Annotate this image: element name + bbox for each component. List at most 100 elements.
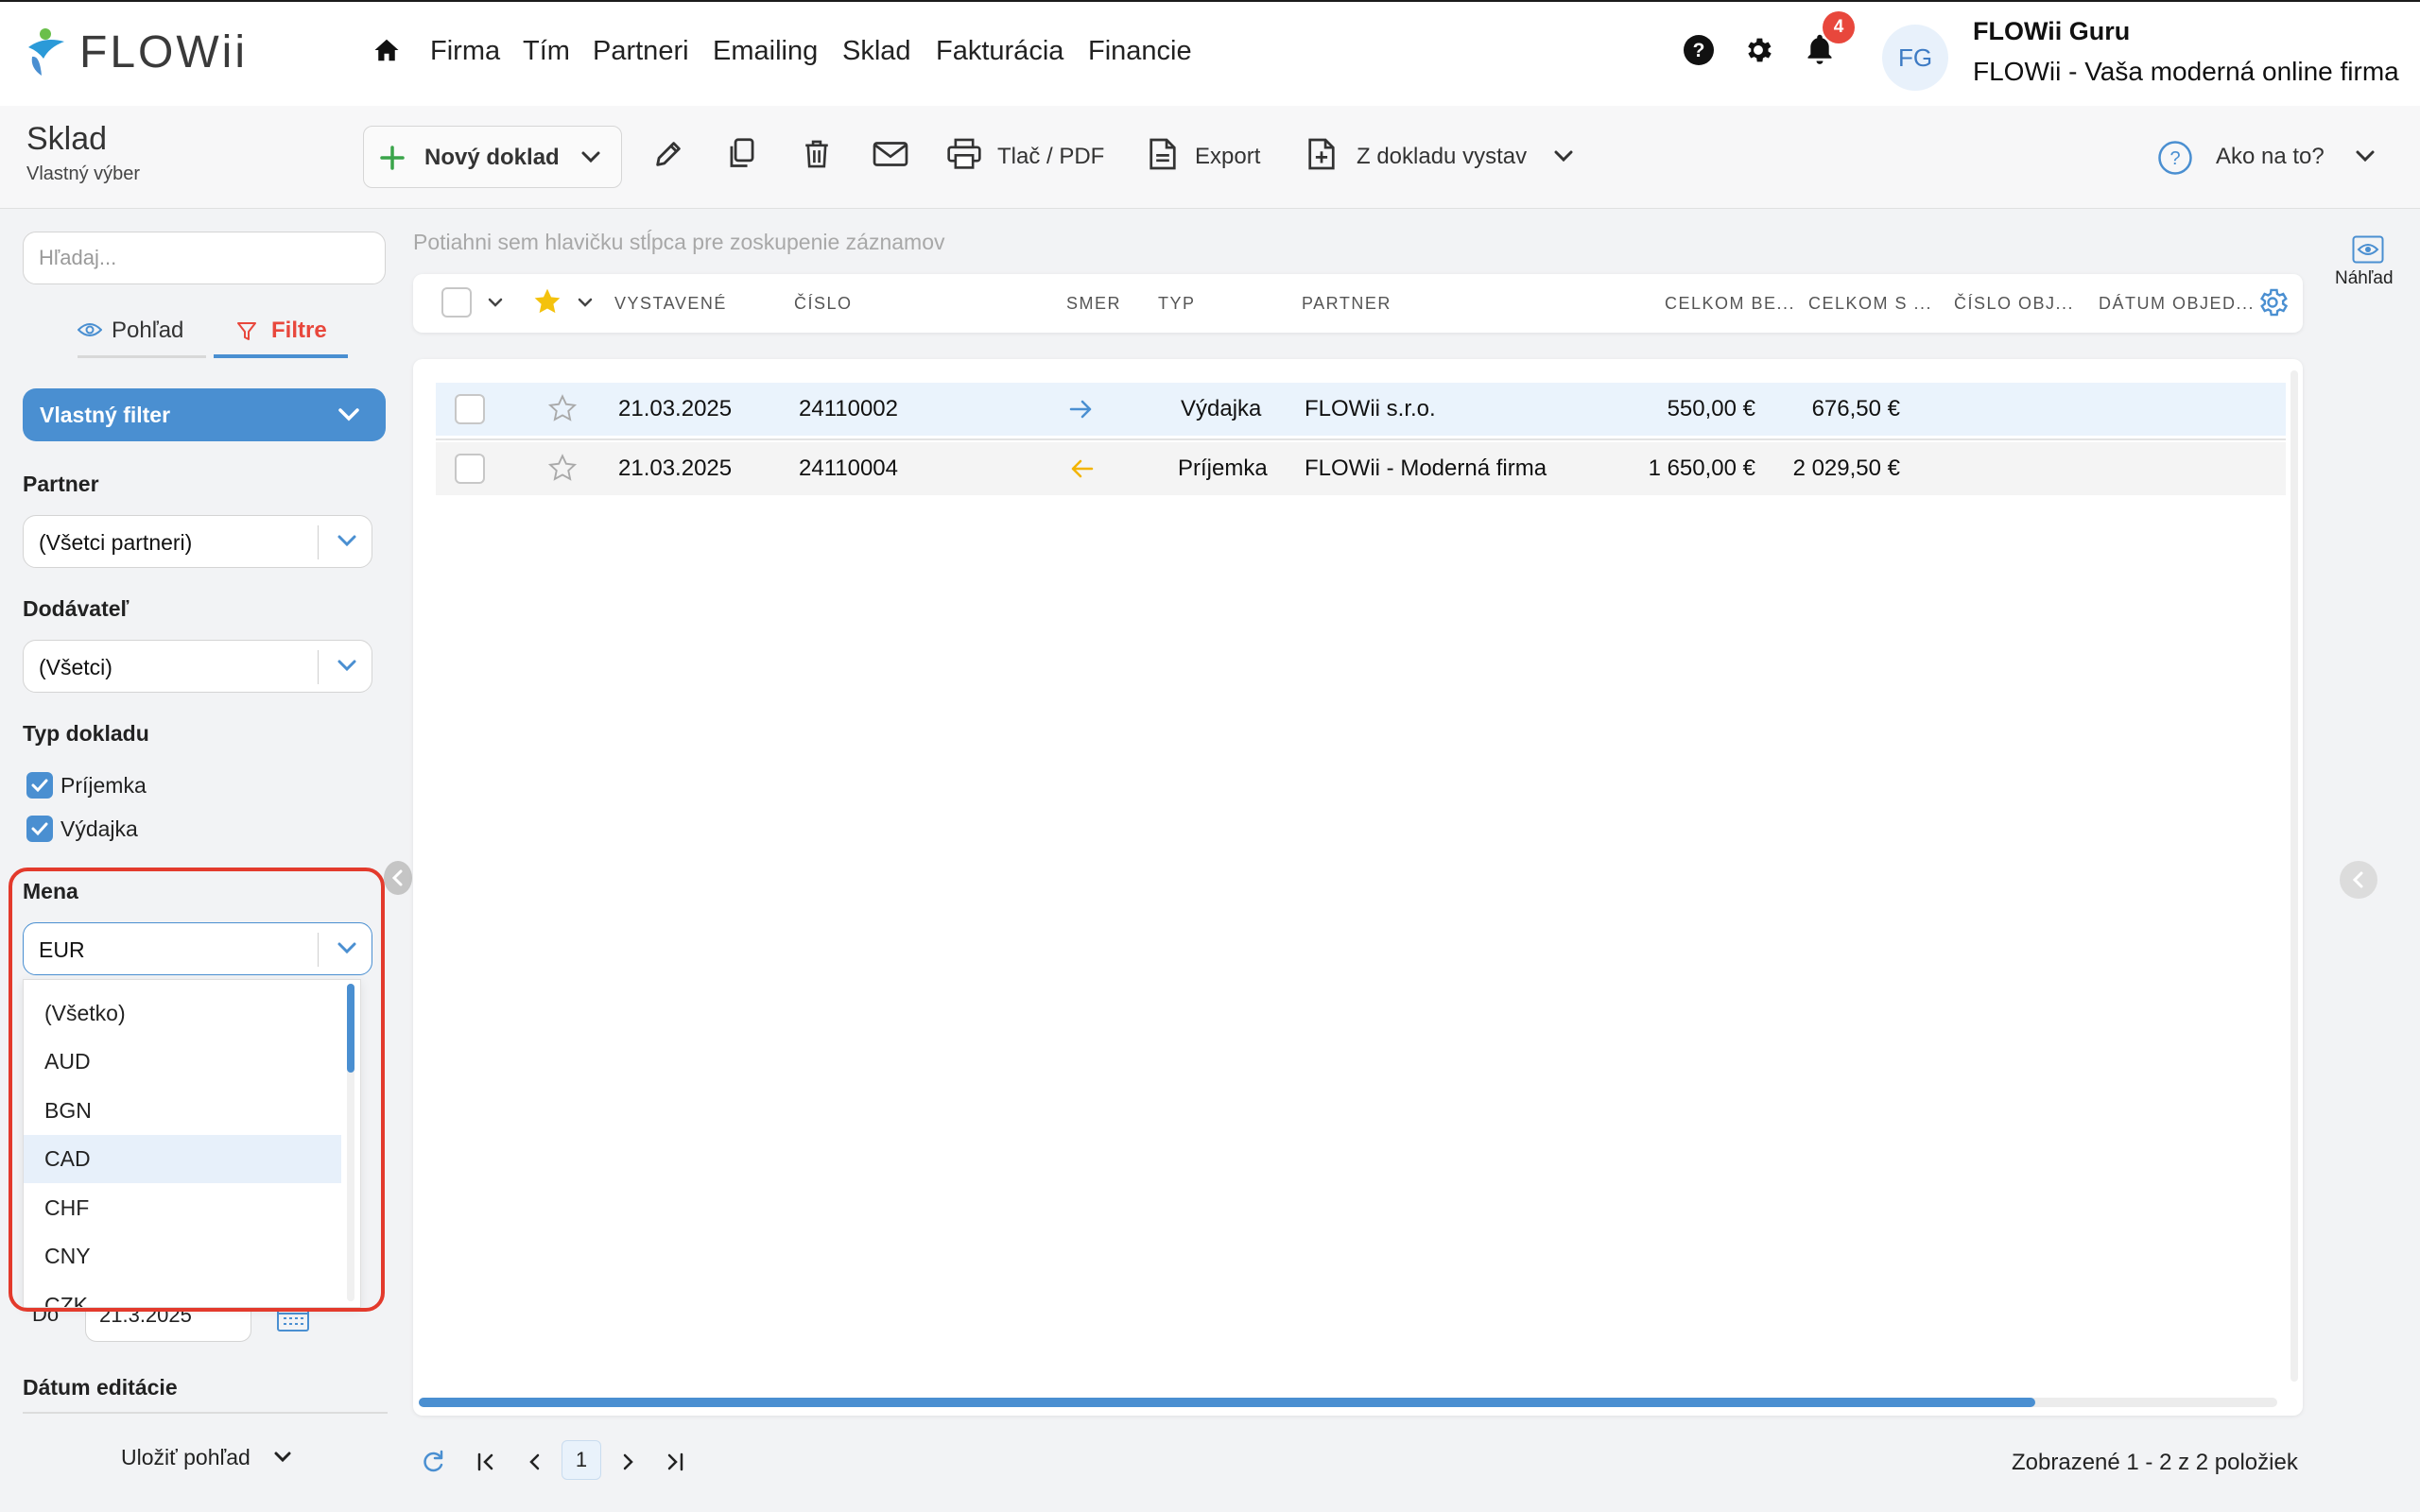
collapse-sidebar-button[interactable] bbox=[384, 861, 412, 895]
group-hint[interactable]: Potiahni sem hlavičku stĺpca pre zoskupe… bbox=[413, 230, 945, 255]
checkbox-vydajka[interactable] bbox=[26, 816, 53, 842]
cell-date: 21.03.2025 bbox=[618, 396, 733, 421]
star-outline-icon[interactable] bbox=[547, 393, 578, 423]
cell-partner: FLOWii s.r.o. bbox=[1305, 396, 1436, 421]
logo-text[interactable]: FLOWii bbox=[79, 26, 248, 78]
nav-firma[interactable]: Firma bbox=[430, 36, 500, 67]
gear-icon[interactable] bbox=[1742, 34, 1774, 66]
nav-partneri[interactable]: Partneri bbox=[593, 36, 689, 67]
table-row[interactable]: 21.03.2025 24110004 Príjemka FLOWii - Mo… bbox=[436, 442, 2286, 495]
next-page-icon[interactable] bbox=[618, 1452, 637, 1472]
partner-label: Partner bbox=[23, 472, 99, 496]
chevron-down-icon bbox=[336, 658, 358, 675]
chevron-down-icon bbox=[579, 147, 602, 166]
last-page-icon[interactable] bbox=[663, 1452, 685, 1472]
home-icon[interactable] bbox=[372, 36, 401, 64]
svg-text:?: ? bbox=[1693, 40, 1705, 61]
column-header-number[interactable]: ČÍSLO bbox=[794, 294, 853, 314]
document-icon[interactable] bbox=[1149, 137, 1177, 171]
cell-total-gross: 676,50 € bbox=[1811, 396, 1900, 421]
tab-filters[interactable]: Filtre bbox=[271, 318, 327, 344]
tab-view[interactable]: Pohľad bbox=[112, 318, 183, 344]
partner-select[interactable]: (Všetci partneri) bbox=[23, 515, 372, 568]
help-icon[interactable]: ? bbox=[1683, 34, 1715, 66]
doc-type-label: Typ dokladu bbox=[23, 721, 149, 746]
custom-filter-label: Vlastný filter bbox=[40, 403, 171, 427]
new-document-label: Nový doklad bbox=[424, 145, 560, 170]
column-header-direction[interactable]: SMER bbox=[1066, 294, 1121, 314]
plus-icon bbox=[379, 145, 406, 171]
expand-preview-button[interactable] bbox=[2340, 861, 2377, 899]
search-input[interactable] bbox=[23, 232, 386, 284]
top-navigation bbox=[0, 0, 2420, 106]
select-all-checkbox[interactable] bbox=[441, 287, 472, 318]
chevron-down-icon[interactable] bbox=[486, 296, 505, 311]
row-checkbox[interactable] bbox=[455, 394, 485, 424]
tab-divider bbox=[78, 355, 206, 358]
nav-fakturacia[interactable]: Fakturácia bbox=[936, 36, 1063, 67]
print-pdf-button[interactable]: Tlač / PDF bbox=[997, 144, 1104, 170]
supplier-label: Dodávateľ bbox=[23, 596, 130, 621]
chevron-down-icon[interactable] bbox=[1552, 147, 1575, 164]
preview-label[interactable]: Náhľad bbox=[2335, 268, 2394, 289]
cell-total-gross: 2 029,50 € bbox=[1792, 455, 1900, 481]
checkbox-vydajka-label: Výdajka bbox=[60, 816, 138, 841]
first-page-icon[interactable] bbox=[475, 1452, 498, 1472]
cell-date: 21.03.2025 bbox=[618, 455, 733, 481]
question-circle-icon[interactable]: ? bbox=[2157, 140, 2193, 176]
chevron-down-icon[interactable] bbox=[576, 296, 595, 311]
cell-number: 24110004 bbox=[799, 455, 898, 481]
nav-emailing[interactable]: Emailing bbox=[713, 36, 818, 67]
checkbox-prijemka[interactable] bbox=[26, 772, 53, 799]
checkbox-prijemka-label: Príjemka bbox=[60, 773, 147, 798]
chevron-down-icon[interactable] bbox=[2354, 147, 2377, 164]
from-document-button[interactable]: Z dokladu vystav bbox=[1357, 144, 1527, 170]
nav-tim[interactable]: Tím bbox=[523, 36, 570, 67]
current-page[interactable]: 1 bbox=[562, 1440, 601, 1480]
column-header-order-date[interactable]: DÁTUM OBJED... bbox=[2099, 294, 2255, 314]
table-row[interactable]: 21.03.2025 24110002 Výdajka FLOWii s.r.o… bbox=[436, 383, 2286, 436]
partner-value: (Všetci partneri) bbox=[39, 530, 193, 555]
nav-financie[interactable]: Financie bbox=[1088, 36, 1192, 67]
supplier-select[interactable]: (Všetci) bbox=[23, 640, 372, 693]
cell-total-net: 1 650,00 € bbox=[1648, 455, 1755, 481]
column-header-issued[interactable]: VYSTAVENÉ bbox=[614, 294, 727, 314]
grid-body bbox=[413, 359, 2303, 1416]
chevron-down-icon bbox=[337, 406, 361, 423]
save-view-button[interactable]: Uložiť pohľad bbox=[121, 1445, 251, 1470]
edit-icon[interactable] bbox=[652, 138, 684, 170]
trash-icon[interactable] bbox=[802, 138, 832, 170]
vertical-scrollbar[interactable] bbox=[2290, 370, 2298, 1382]
help-link[interactable]: Ako na to? bbox=[2216, 144, 2325, 170]
arrow-right-icon bbox=[1069, 399, 1094, 420]
document-plus-icon[interactable] bbox=[1307, 137, 1336, 171]
supplier-value: (Všetci) bbox=[39, 655, 112, 679]
mail-icon[interactable] bbox=[873, 141, 908, 167]
prev-page-icon[interactable] bbox=[526, 1452, 544, 1472]
cell-type: Príjemka bbox=[1178, 455, 1268, 481]
row-checkbox[interactable] bbox=[455, 454, 485, 484]
nav-sklad[interactable]: Sklad bbox=[842, 36, 911, 67]
chevron-down-icon[interactable] bbox=[272, 1449, 293, 1466]
export-button[interactable]: Export bbox=[1195, 144, 1260, 170]
column-header-total-gross[interactable]: CELKOM S ... bbox=[1808, 294, 1932, 314]
new-document-button[interactable]: Nový doklad bbox=[363, 126, 622, 188]
column-header-partner[interactable]: PARTNER bbox=[1302, 294, 1392, 314]
printer-icon[interactable] bbox=[946, 138, 982, 170]
custom-filter-button[interactable]: Vlastný filter bbox=[23, 388, 386, 441]
horizontal-scrollbar-thumb[interactable] bbox=[419, 1398, 2035, 1407]
star-filled-icon[interactable] bbox=[532, 286, 562, 317]
avatar[interactable]: FG bbox=[1882, 25, 1948, 91]
preview-icon[interactable] bbox=[2352, 235, 2384, 264]
copy-icon[interactable] bbox=[726, 137, 758, 171]
arrow-left-icon bbox=[1069, 458, 1094, 479]
flowii-logo-icon[interactable] bbox=[25, 26, 68, 77]
column-header-order-number[interactable]: ČÍSLO OBJ... bbox=[1954, 294, 2074, 314]
highlight-frame bbox=[9, 868, 385, 1312]
refresh-icon[interactable] bbox=[420, 1449, 446, 1475]
column-header-total-net[interactable]: CELKOM BE... bbox=[1665, 294, 1795, 314]
star-outline-icon[interactable] bbox=[547, 453, 578, 483]
settings-gear-icon[interactable] bbox=[2256, 285, 2290, 319]
column-header-type[interactable]: TYP bbox=[1158, 294, 1196, 314]
chevron-down-icon bbox=[336, 533, 358, 550]
